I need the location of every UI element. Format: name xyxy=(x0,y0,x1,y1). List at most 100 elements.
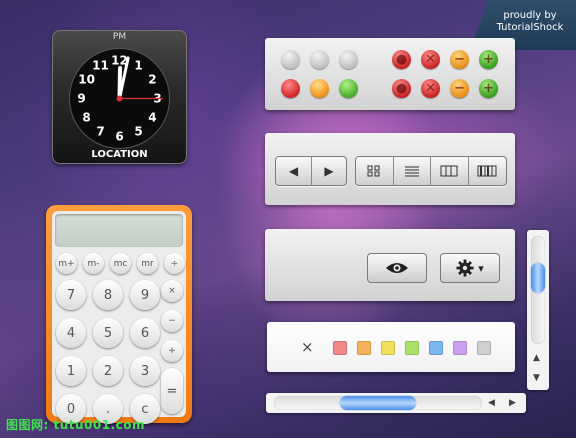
vertical-scroll-track[interactable] xyxy=(531,236,545,344)
red-close-light[interactable]: ✕ xyxy=(421,79,440,98)
chevron-down-icon: ▾ xyxy=(478,261,484,275)
preview-button[interactable] xyxy=(367,253,427,283)
clock-period: PM xyxy=(112,32,127,42)
scroll-down-arrow[interactable]: ▼ xyxy=(533,373,540,383)
back-forward-control: ◀ ▶ xyxy=(275,156,347,186)
back-arrow-icon: ◀ xyxy=(288,164,299,178)
orange-minimize-light[interactable]: − xyxy=(450,79,469,98)
scroll-up-arrow[interactable]: ▲ xyxy=(533,353,540,363)
clock-numeral: 6 xyxy=(115,130,123,144)
calc-operator-key[interactable]: × xyxy=(161,280,183,302)
calc-digit-key[interactable]: 7 xyxy=(56,280,86,310)
horizontal-scroll-thumb[interactable] xyxy=(340,396,416,410)
gray-light xyxy=(281,50,300,69)
red-close-icon: ✕ xyxy=(425,52,436,67)
icon-view-button[interactable] xyxy=(356,157,393,185)
vertical-scrollbar[interactable]: ▲ ▼ xyxy=(527,230,549,390)
green-plus-light[interactable]: + xyxy=(479,79,498,98)
calc-digit-key[interactable]: 5 xyxy=(93,318,123,348)
red-record-light[interactable]: ● xyxy=(392,79,411,98)
credit-line-1: proudly by xyxy=(503,10,557,21)
label-color-swatch[interactable] xyxy=(429,341,443,355)
orange-minimize-icon: − xyxy=(454,52,465,67)
calc-digit-key[interactable]: 2 xyxy=(93,356,123,386)
calculator-widget[interactable]: m+ m-mc mr ÷ 7 8 9 4 5 6 1 2 3 0. c × − + = xyxy=(46,205,192,424)
credit-line-2: TutorialShock xyxy=(496,22,564,33)
label-color-swatch[interactable] xyxy=(477,341,491,355)
gray-light xyxy=(339,50,358,69)
clock-numeral: 2 xyxy=(148,73,156,87)
clock-numeral: 4 xyxy=(148,111,156,125)
red-light xyxy=(281,79,300,98)
clear-label-icon[interactable]: × xyxy=(301,338,314,356)
column-view-icon xyxy=(440,165,458,177)
horizontal-scroll-track[interactable] xyxy=(274,396,482,410)
red-record-icon: ● xyxy=(395,52,408,67)
icon-view-icon xyxy=(367,165,380,177)
coverflow-view-icon xyxy=(477,165,497,177)
calc-digit-key[interactable]: 4 xyxy=(56,318,86,348)
calc-memory-key[interactable]: ÷ xyxy=(164,253,185,274)
column-view-button[interactable] xyxy=(430,157,468,185)
gray-light xyxy=(310,50,329,69)
label-color-picker: × xyxy=(267,322,515,372)
calc-digit-key[interactable]: 9 xyxy=(130,280,160,310)
green-light xyxy=(339,79,358,98)
red-record-light[interactable]: ● xyxy=(392,50,411,69)
red-close-light[interactable]: ✕ xyxy=(421,50,440,69)
vertical-scroll-thumb[interactable] xyxy=(531,262,545,293)
red-record-icon: ● xyxy=(395,81,408,96)
label-color-swatch[interactable] xyxy=(357,341,371,355)
clock-numeral: 11 xyxy=(92,59,109,73)
list-view-icon xyxy=(404,166,419,177)
status-lights-panel: ● ✕ − + ● ✕ − + xyxy=(265,38,515,110)
scroll-left-arrow[interactable]: ◀ xyxy=(488,398,495,408)
green-plus-icon: + xyxy=(483,52,494,67)
clock-numeral: 8 xyxy=(82,111,90,125)
calc-memory-key[interactable]: mr xyxy=(137,253,158,274)
eye-icon xyxy=(386,263,408,273)
calc-operator-key[interactable]: − xyxy=(161,310,183,332)
gear-icon xyxy=(456,259,474,277)
calc-equals-key[interactable]: = xyxy=(161,368,183,414)
calc-memory-key[interactable]: m+ xyxy=(56,253,77,274)
clock-numeral: 1 xyxy=(134,59,142,73)
horizontal-scrollbar[interactable]: ◀ ▶ xyxy=(266,393,526,413)
settings-menu-button[interactable]: ▾ xyxy=(440,253,500,283)
clock-numeral: 10 xyxy=(78,73,95,87)
action-toolbar: ▾ xyxy=(265,229,515,301)
calc-memory-key[interactable]: m- xyxy=(83,253,104,274)
calc-digit-key[interactable]: 6 xyxy=(130,318,160,348)
back-button[interactable]: ◀ xyxy=(276,157,311,185)
clock-location: LOCATION xyxy=(91,149,148,160)
label-color-swatch[interactable] xyxy=(453,341,467,355)
red-close-icon: ✕ xyxy=(425,81,436,96)
clock-numeral: 9 xyxy=(77,92,85,106)
green-plus-light[interactable]: + xyxy=(479,50,498,69)
label-color-swatch[interactable] xyxy=(381,341,395,355)
clock-numeral: 5 xyxy=(134,124,142,138)
forward-arrow-icon: ▶ xyxy=(324,164,334,178)
coverflow-view-button[interactable] xyxy=(467,157,506,185)
navigation-toolbar: ◀ ▶ xyxy=(265,133,515,205)
calc-memory-key[interactable]: mc xyxy=(110,253,131,274)
calc-operator-key[interactable]: + xyxy=(161,340,183,362)
green-plus-icon: + xyxy=(483,81,494,96)
list-view-button[interactable] xyxy=(392,157,431,185)
label-color-swatch[interactable] xyxy=(333,341,347,355)
calc-digit-key[interactable]: 8 xyxy=(93,280,123,310)
clock-numeral: 7 xyxy=(96,124,104,138)
view-mode-control xyxy=(355,156,507,186)
forward-button[interactable]: ▶ xyxy=(311,157,346,185)
orange-minimize-light[interactable]: − xyxy=(450,50,469,69)
orange-minimize-icon: − xyxy=(454,81,465,96)
calculator-display xyxy=(55,214,183,247)
site-watermark: 图图网: tutu001.com xyxy=(6,418,146,432)
label-color-swatch[interactable] xyxy=(405,341,419,355)
clock-widget[interactable]: PM 12 1 2 3 4 5 6 7 8 9 10 11 LOCATION xyxy=(52,30,187,164)
clock-face: 12 1234567891011 xyxy=(69,48,170,149)
calc-digit-key[interactable]: 1 xyxy=(56,356,86,386)
calc-digit-key[interactable]: 3 xyxy=(130,356,160,386)
scroll-right-arrow[interactable]: ▶ xyxy=(509,398,516,408)
orange-light xyxy=(310,79,329,98)
